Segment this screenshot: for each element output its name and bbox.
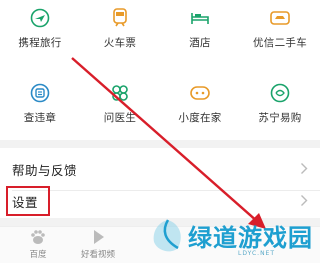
- service-label: 查违章: [23, 112, 57, 124]
- service-ask-doctor[interactable]: 问医生: [80, 80, 160, 132]
- tab-label: 好看视频: [80, 250, 115, 260]
- help-feedback-label: 帮助与反馈: [12, 162, 78, 178]
- section-separator: [0, 140, 320, 148]
- bed-icon: [187, 5, 213, 31]
- service-hotel[interactable]: 酒店: [160, 5, 240, 57]
- watermark: 绿道游戏园 LDYC.NET: [146, 210, 320, 263]
- tab-haokan-video[interactable]: 好看视频: [68, 227, 128, 263]
- service-label: 苏宁易购: [258, 112, 302, 124]
- service-suning[interactable]: 苏宁易购: [240, 80, 320, 132]
- services-row-1: 携程旅行 火车票 酒店 优信二手车: [0, 5, 320, 57]
- train-icon: [107, 5, 133, 31]
- car-icon: [267, 5, 293, 31]
- baidu-app-profile-screen: 携程旅行 火车票 酒店 优信二手车 查违章 问医生 小度在家 苏宁易购 帮助与反…: [0, 0, 320, 263]
- service-used-car[interactable]: 优信二手车: [240, 5, 320, 57]
- settings-highlight-box: [6, 186, 50, 216]
- service-label: 优信二手车: [253, 37, 307, 49]
- plane-icon: [27, 5, 53, 31]
- tab-baidu[interactable]: 百度: [8, 227, 68, 263]
- service-label: 小度在家: [178, 112, 222, 124]
- watermark-subtitle: LDYC.NET: [238, 250, 276, 257]
- doctor-icon: [107, 80, 133, 106]
- chevron-right-icon: [301, 163, 308, 174]
- service-label: 携程旅行: [18, 37, 62, 49]
- service-label: 火车票: [103, 37, 137, 49]
- speaker-icon: [187, 80, 213, 106]
- tab-label: 百度: [29, 250, 47, 260]
- traffic-ticket-icon: [27, 80, 53, 106]
- service-label: 问医生: [103, 112, 137, 124]
- watermark-title: 绿道游戏园: [188, 224, 313, 252]
- shopping-icon: [267, 80, 293, 106]
- services-row-2: 查违章 问医生 小度在家 苏宁易购: [0, 80, 320, 132]
- leaf-logo-icon: [153, 219, 181, 252]
- service-xiaodu-home[interactable]: 小度在家: [160, 80, 240, 132]
- service-ctrip[interactable]: 携程旅行: [0, 5, 80, 57]
- service-traffic-violation[interactable]: 查违章: [0, 80, 80, 132]
- service-label: 酒店: [189, 37, 211, 49]
- baidu-paw-icon: [31, 230, 45, 244]
- service-train-ticket[interactable]: 火车票: [80, 5, 160, 57]
- chevron-right-icon: [301, 195, 308, 206]
- play-icon: [94, 230, 104, 244]
